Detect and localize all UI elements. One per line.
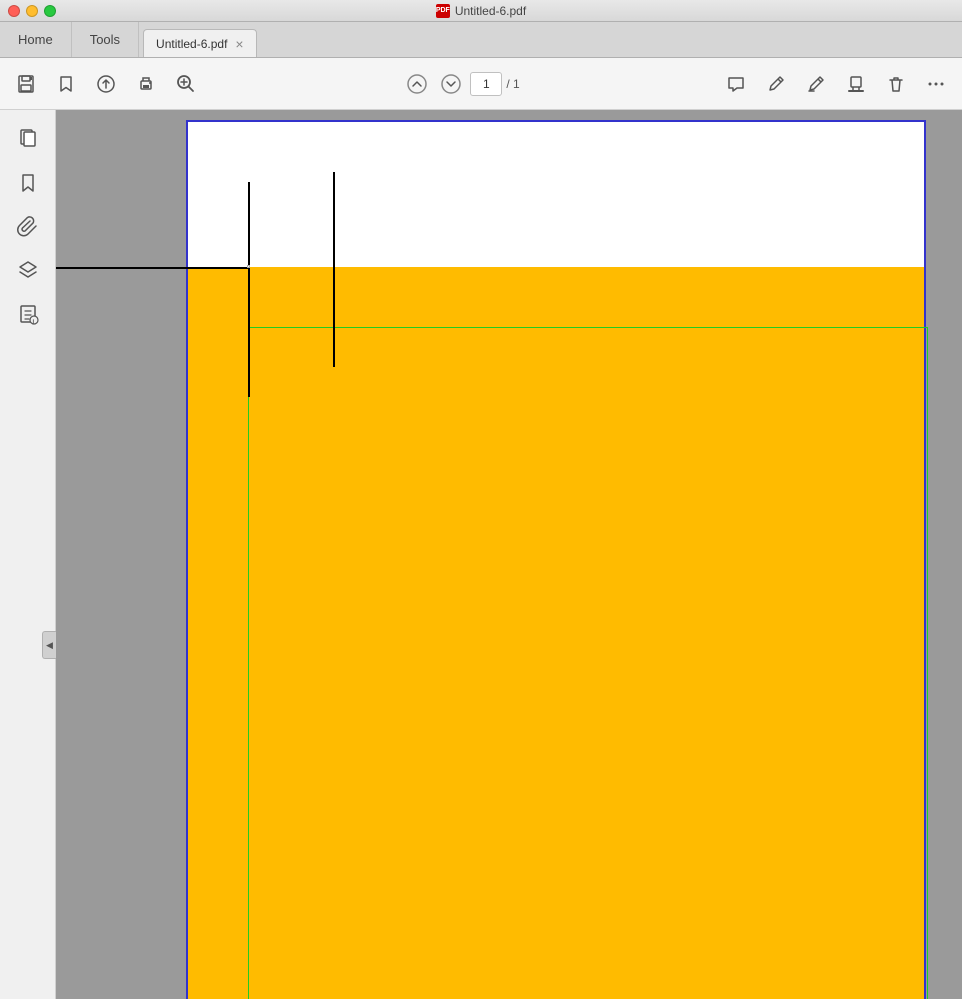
tabbar: Home Tools Untitled-6.pdf × <box>0 22 962 58</box>
window-controls <box>8 5 56 17</box>
close-tab-button[interactable]: × <box>235 37 243 51</box>
document-tab[interactable]: Untitled-6.pdf × <box>143 29 257 57</box>
search-zoom-button[interactable] <box>168 66 204 102</box>
save-button[interactable] <box>8 66 44 102</box>
crosshair-horizontal <box>56 267 250 269</box>
sidebar-attach-button[interactable] <box>8 206 48 246</box>
sidebar-pages-button[interactable] <box>8 118 48 158</box>
document-canvas <box>56 110 962 999</box>
main-area: i ◀ <box>0 110 962 999</box>
doc-tab-label: Untitled-6.pdf <box>156 37 227 51</box>
toolbar: / 1 <box>0 58 962 110</box>
pdf-icon: PDF <box>436 4 450 18</box>
page-navigation: / 1 <box>402 69 519 99</box>
page-number-input[interactable] <box>470 72 502 96</box>
cursor-indicator <box>247 265 250 268</box>
more-button[interactable] <box>918 66 954 102</box>
sidebar-info-button[interactable]: i <box>8 294 48 334</box>
pdf-content-area <box>188 267 924 999</box>
print-button[interactable] <box>128 66 164 102</box>
guide-line-vertical <box>333 172 335 367</box>
collapse-icon: ◀ <box>46 640 53 651</box>
pen-button[interactable] <box>758 66 794 102</box>
nav-tabs: Home Tools <box>0 22 139 57</box>
bookmark-button[interactable] <box>48 66 84 102</box>
page-total: / 1 <box>506 77 519 91</box>
trash-button[interactable] <box>878 66 914 102</box>
upload-button[interactable] <box>88 66 124 102</box>
document-area[interactable] <box>56 110 962 999</box>
title-text: Untitled-6.pdf <box>455 4 526 18</box>
window-title: PDF Untitled-6.pdf <box>436 4 526 18</box>
stamp-button[interactable] <box>838 66 874 102</box>
page-up-button[interactable] <box>402 69 432 99</box>
comment-button[interactable] <box>718 66 754 102</box>
left-sidebar: i ◀ <box>0 110 56 999</box>
sidebar-collapse-button[interactable]: ◀ <box>42 631 56 659</box>
sign-button[interactable] <box>798 66 834 102</box>
page-down-button[interactable] <box>436 69 466 99</box>
titlebar: PDF Untitled-6.pdf <box>0 0 962 22</box>
tools-tab[interactable]: Tools <box>72 22 139 57</box>
toolbar-right <box>718 66 954 102</box>
crosshair-vertical <box>248 182 250 397</box>
close-button[interactable] <box>8 5 20 17</box>
maximize-button[interactable] <box>44 5 56 17</box>
sidebar-layers-button[interactable] <box>8 250 48 290</box>
home-tab[interactable]: Home <box>0 22 72 57</box>
sidebar-bookmark-button[interactable] <box>8 162 48 202</box>
pdf-page <box>186 120 926 999</box>
minimize-button[interactable] <box>26 5 38 17</box>
